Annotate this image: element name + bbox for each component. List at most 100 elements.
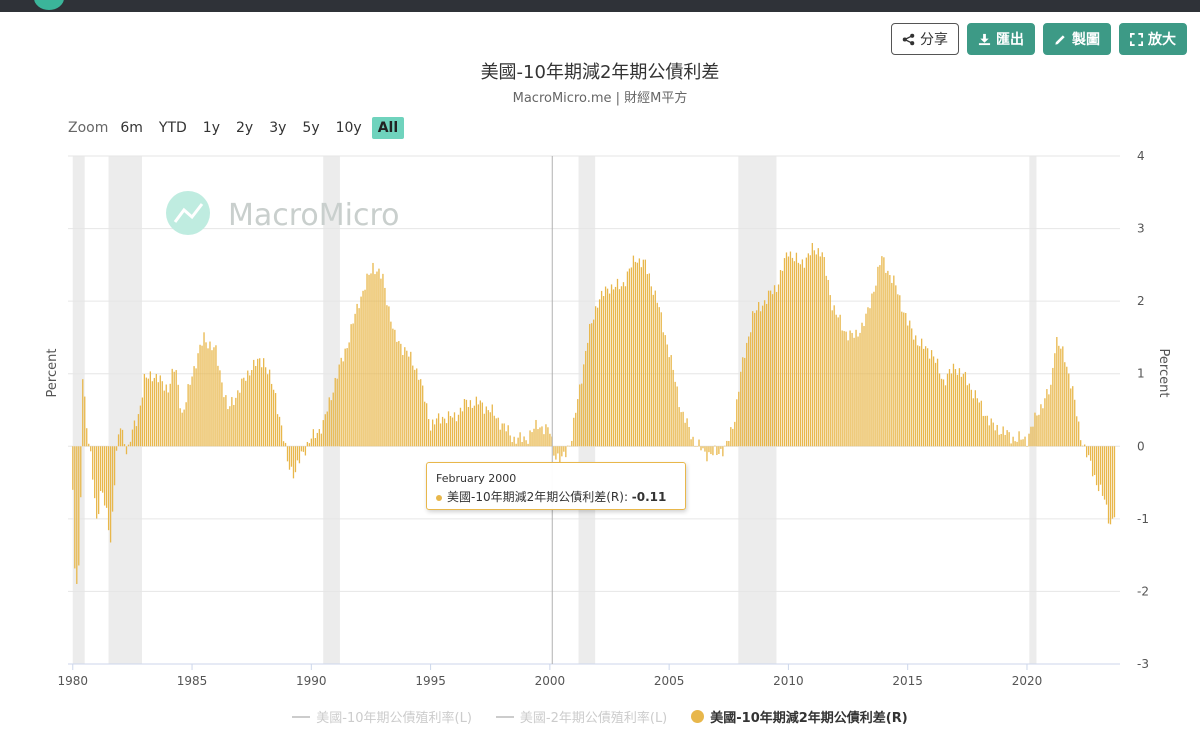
data-bar[interactable] bbox=[213, 347, 215, 447]
data-bar[interactable] bbox=[549, 433, 551, 447]
data-bar[interactable] bbox=[670, 355, 672, 447]
data-bar[interactable] bbox=[402, 355, 404, 447]
data-bar[interactable] bbox=[974, 390, 976, 447]
data-bar[interactable] bbox=[680, 412, 682, 447]
data-bar[interactable] bbox=[233, 404, 235, 447]
data-bar[interactable] bbox=[785, 252, 788, 447]
data-bar[interactable] bbox=[211, 350, 213, 447]
data-bar[interactable] bbox=[877, 266, 879, 447]
data-bar[interactable] bbox=[982, 415, 984, 447]
data-bar[interactable] bbox=[364, 289, 366, 447]
data-bar[interactable] bbox=[658, 307, 660, 447]
data-bar[interactable] bbox=[948, 369, 951, 447]
data-bar[interactable] bbox=[429, 430, 432, 447]
data-bar[interactable] bbox=[1050, 384, 1052, 447]
data-bar[interactable] bbox=[191, 376, 193, 447]
data-bar[interactable] bbox=[710, 446, 712, 455]
data-bar[interactable] bbox=[412, 365, 414, 447]
data-bar[interactable] bbox=[491, 404, 493, 447]
data-bar[interactable] bbox=[674, 381, 676, 447]
data-bar[interactable] bbox=[294, 446, 297, 473]
data-bar[interactable] bbox=[736, 399, 738, 447]
data-bar[interactable] bbox=[221, 382, 223, 447]
data-bar[interactable] bbox=[827, 279, 829, 447]
data-bar[interactable] bbox=[505, 431, 507, 447]
data-bar[interactable] bbox=[453, 412, 456, 447]
data-bar[interactable] bbox=[82, 379, 84, 447]
data-bar[interactable] bbox=[215, 345, 217, 447]
data-bar[interactable] bbox=[227, 409, 229, 447]
data-bar[interactable] bbox=[668, 357, 670, 447]
data-bar[interactable] bbox=[203, 332, 205, 447]
data-bar[interactable] bbox=[672, 369, 674, 447]
data-bar[interactable] bbox=[869, 308, 871, 447]
data-bar[interactable] bbox=[139, 405, 142, 447]
data-bar[interactable] bbox=[1099, 446, 1102, 485]
data-bar[interactable] bbox=[185, 402, 187, 447]
data-bar[interactable] bbox=[1014, 441, 1016, 447]
data-bar[interactable] bbox=[173, 371, 175, 447]
data-bar[interactable] bbox=[704, 446, 706, 452]
data-bar[interactable] bbox=[217, 365, 219, 447]
data-bar[interactable] bbox=[893, 275, 895, 447]
data-bar[interactable] bbox=[239, 392, 241, 447]
data-bar[interactable] bbox=[555, 446, 557, 460]
data-bar[interactable] bbox=[863, 326, 865, 447]
data-bar[interactable] bbox=[117, 434, 120, 447]
data-bar[interactable] bbox=[113, 446, 116, 486]
data-bar[interactable] bbox=[161, 381, 163, 447]
data-bar[interactable] bbox=[634, 261, 637, 447]
data-bar[interactable] bbox=[821, 252, 823, 447]
data-bar[interactable] bbox=[901, 311, 903, 447]
data-bar[interactable] bbox=[159, 375, 161, 447]
data-bar[interactable] bbox=[1024, 436, 1026, 447]
data-bar[interactable] bbox=[298, 446, 301, 464]
data-bar[interactable] bbox=[531, 432, 533, 447]
data-bar[interactable] bbox=[509, 435, 511, 447]
data-bar[interactable] bbox=[1080, 440, 1082, 447]
legend-item-2y-yield[interactable]: 美國-2年期公債殖利率(L) bbox=[495, 707, 667, 726]
data-bar[interactable] bbox=[537, 429, 539, 447]
data-bar[interactable] bbox=[249, 375, 251, 447]
data-bar[interactable] bbox=[600, 290, 603, 447]
data-bar[interactable] bbox=[1056, 336, 1058, 447]
data-bar[interactable] bbox=[724, 445, 726, 447]
data-bar[interactable] bbox=[952, 363, 955, 447]
data-bar[interactable] bbox=[835, 314, 837, 447]
data-bar[interactable] bbox=[767, 290, 770, 447]
data-bar[interactable] bbox=[889, 275, 891, 447]
data-bar[interactable] bbox=[418, 379, 420, 447]
data-bar[interactable] bbox=[793, 261, 796, 447]
data-bar[interactable] bbox=[245, 380, 247, 447]
data-bar[interactable] bbox=[133, 420, 136, 447]
data-bar[interactable] bbox=[583, 364, 585, 447]
data-bar[interactable] bbox=[720, 446, 722, 449]
data-bar[interactable] bbox=[416, 368, 418, 447]
data-bar[interactable] bbox=[121, 429, 124, 447]
data-bar[interactable] bbox=[853, 337, 855, 447]
data-bar[interactable] bbox=[746, 342, 748, 447]
data-bar[interactable] bbox=[839, 314, 841, 447]
data-bar[interactable] bbox=[1044, 398, 1046, 447]
data-bar[interactable] bbox=[728, 440, 730, 447]
data-bar[interactable] bbox=[119, 428, 122, 447]
data-bar[interactable] bbox=[449, 416, 452, 447]
data-bar[interactable] bbox=[1078, 421, 1080, 447]
data-bar[interactable] bbox=[962, 373, 965, 447]
data-bar[interactable] bbox=[998, 434, 1000, 447]
data-bar[interactable] bbox=[457, 414, 460, 447]
data-bar[interactable] bbox=[823, 257, 825, 447]
data-bar[interactable] bbox=[773, 285, 776, 447]
data-bar[interactable] bbox=[334, 377, 336, 447]
data-bar[interactable] bbox=[857, 336, 859, 447]
data-bar[interactable] bbox=[938, 373, 941, 447]
data-bar[interactable] bbox=[1018, 431, 1020, 447]
data-bar[interactable] bbox=[865, 313, 867, 447]
data-bar[interactable] bbox=[507, 425, 509, 447]
data-bar[interactable] bbox=[274, 393, 277, 447]
data-bar[interactable] bbox=[523, 436, 525, 447]
data-bar[interactable] bbox=[535, 419, 537, 447]
data-bar[interactable] bbox=[195, 368, 197, 447]
data-bar[interactable] bbox=[348, 342, 350, 447]
data-bar[interactable] bbox=[372, 262, 374, 447]
